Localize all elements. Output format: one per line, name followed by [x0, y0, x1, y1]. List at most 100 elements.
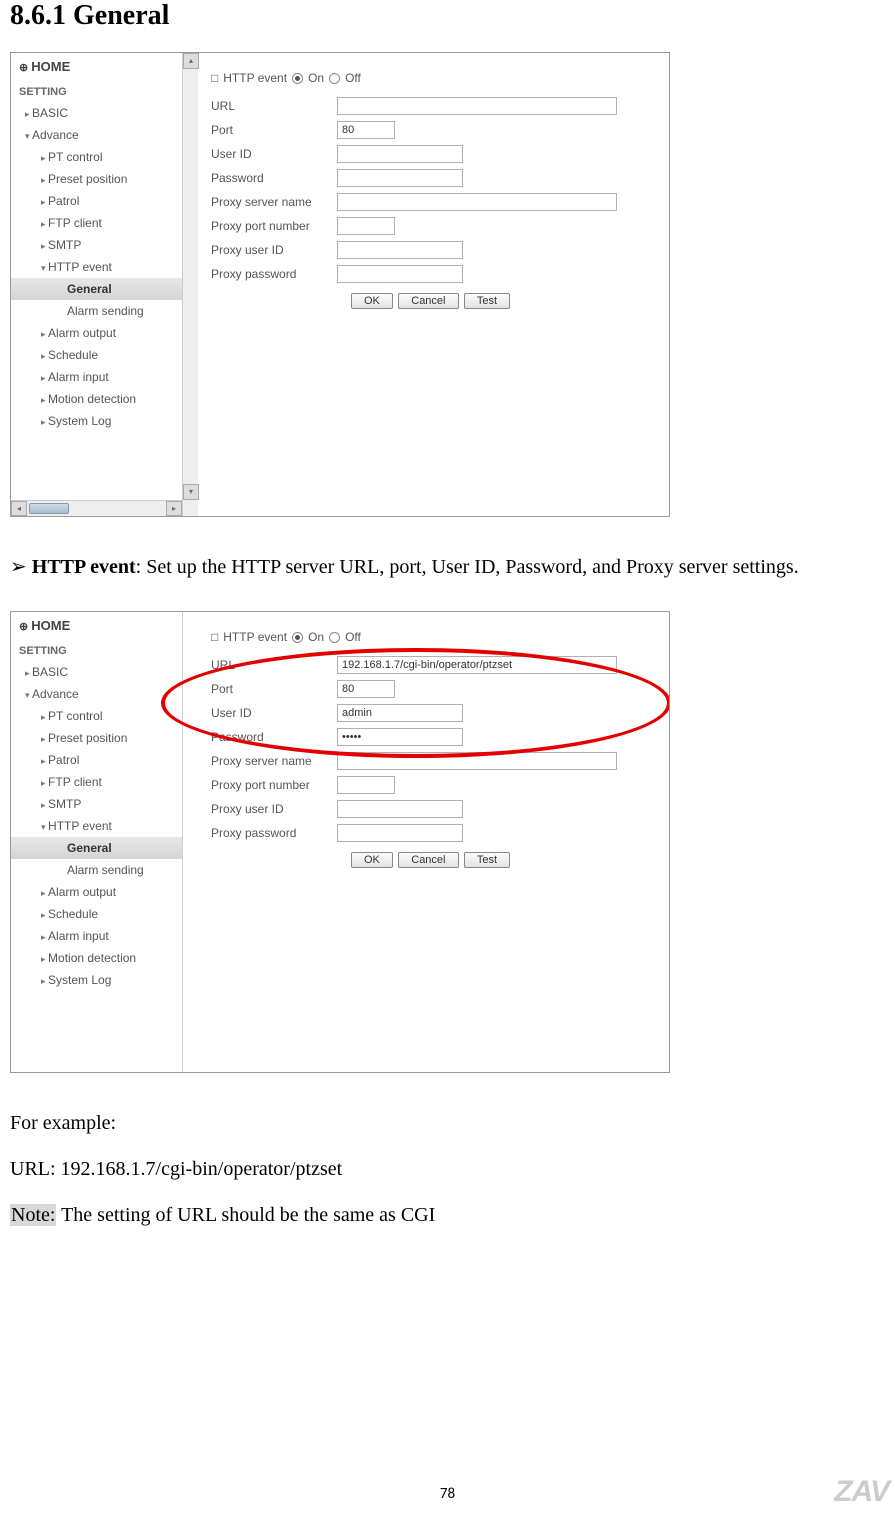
port-label-2: Port — [211, 682, 337, 696]
proxy-user-input-2[interactable] — [337, 800, 463, 818]
cancel-button[interactable]: Cancel — [398, 293, 458, 309]
nav-schedule-2[interactable]: Schedule — [11, 903, 182, 925]
note-line: Note: The setting of URL should be the s… — [10, 1195, 885, 1235]
nav-ftp-client-2[interactable]: FTP client — [11, 771, 182, 793]
scroll-down-icon[interactable]: ▾ — [183, 484, 199, 500]
note-highlight: Note: — [10, 1204, 56, 1226]
section-label-2: SETTING — [11, 639, 182, 661]
url-input-2[interactable] — [337, 656, 617, 674]
nav-general[interactable]: General — [11, 278, 182, 300]
radio-off-2[interactable] — [329, 632, 340, 643]
on-label: On — [308, 71, 324, 85]
password-input[interactable] — [337, 169, 463, 187]
sidebar-2: HOME SETTING BASIC Advance PT control Pr… — [11, 612, 183, 1072]
nav-patrol[interactable]: Patrol — [11, 190, 182, 212]
url-label-2: URL — [211, 658, 337, 672]
off-label: Off — [345, 71, 361, 85]
proxy-name-label-2: Proxy server name — [211, 754, 337, 768]
scroll-right-icon[interactable]: ▸ — [166, 501, 182, 516]
proxy-pw-input-2[interactable] — [337, 824, 463, 842]
nav-system-log-2[interactable]: System Log — [11, 969, 182, 991]
nav-pt-control[interactable]: PT control — [11, 146, 182, 168]
nav-advance[interactable]: Advance — [11, 124, 182, 146]
screenshot-1: HOME SETTING BASIC Advance PT control Pr… — [10, 52, 670, 517]
nav-smtp[interactable]: SMTP — [11, 234, 182, 256]
nav-smtp-2[interactable]: SMTP — [11, 793, 182, 815]
proxy-port-input[interactable] — [337, 217, 395, 235]
nav-alarm-input-2[interactable]: Alarm input — [11, 925, 182, 947]
sidebar-scroll-v[interactable]: ▴ ▾ — [182, 53, 198, 516]
button-row-2: OK Cancel Test — [211, 852, 659, 868]
on-label-2: On — [308, 630, 324, 644]
title-prefix: □ — [211, 71, 218, 85]
scroll-left-icon[interactable]: ◂ — [11, 501, 27, 516]
userid-input-2[interactable] — [337, 704, 463, 722]
button-row: OK Cancel Test — [211, 293, 659, 309]
proxy-name-label: Proxy server name — [211, 195, 337, 209]
nav-motion-detection-2[interactable]: Motion detection — [11, 947, 182, 969]
nav-motion-detection[interactable]: Motion detection — [11, 388, 182, 410]
description-paragraph: ➢ HTTP event: Set up the HTTP server URL… — [10, 547, 885, 587]
proxy-user-label: Proxy user ID — [211, 243, 337, 257]
section-heading: 8.6.1 General — [10, 0, 885, 32]
proxy-pw-input[interactable] — [337, 265, 463, 283]
proxy-user-input[interactable] — [337, 241, 463, 259]
scroll-up-icon[interactable]: ▴ — [183, 53, 199, 69]
port-input[interactable] — [337, 121, 395, 139]
nav-ftp-client[interactable]: FTP client — [11, 212, 182, 234]
test-button-2[interactable]: Test — [464, 852, 510, 868]
port-label: Port — [211, 123, 337, 137]
proxy-name-input-2[interactable] — [337, 752, 617, 770]
userid-label-2: User ID — [211, 706, 337, 720]
watermark-logo: ZAV — [834, 1475, 889, 1509]
nav-alarm-sending-2[interactable]: Alarm sending — [11, 859, 182, 881]
port-input-2[interactable] — [337, 680, 395, 698]
password-label: Password — [211, 171, 337, 185]
radio-off[interactable] — [329, 73, 340, 84]
nav-basic-2[interactable]: BASIC — [11, 661, 182, 683]
radio-on-2[interactable] — [292, 632, 303, 643]
cancel-button-2[interactable]: Cancel — [398, 852, 458, 868]
nav-alarm-sending[interactable]: Alarm sending — [11, 300, 182, 322]
nav-alarm-output[interactable]: Alarm output — [11, 322, 182, 344]
proxy-port-label-2: Proxy port number — [211, 778, 337, 792]
userid-input[interactable] — [337, 145, 463, 163]
form-title: HTTP event — [223, 71, 287, 85]
proxy-user-label-2: Proxy user ID — [211, 802, 337, 816]
nav-patrol-2[interactable]: Patrol — [11, 749, 182, 771]
nav-preset-position-2[interactable]: Preset position — [11, 727, 182, 749]
description-rest: : Set up the HTTP server URL, port, User… — [136, 556, 799, 578]
nav-http-event[interactable]: HTTP event — [11, 256, 182, 278]
home-link-2[interactable]: HOME — [11, 612, 182, 639]
password-input-2[interactable] — [337, 728, 463, 746]
ok-button[interactable]: OK — [351, 293, 393, 309]
proxy-name-input[interactable] — [337, 193, 617, 211]
off-label-2: Off — [345, 630, 361, 644]
url-example: URL: 192.168.1.7/cgi-bin/operator/ptzset — [10, 1149, 885, 1189]
sidebar-scroll-h[interactable]: ◂ ▸ — [11, 500, 182, 516]
nav-pt-control-2[interactable]: PT control — [11, 705, 182, 727]
nav-http-event-2[interactable]: HTTP event — [11, 815, 182, 837]
nav-general-2[interactable]: General — [11, 837, 182, 859]
nav-advance-2[interactable]: Advance — [11, 683, 182, 705]
content-panel-2: □ HTTP event On Off URL Port User ID Pas… — [201, 612, 669, 1072]
password-label-2: Password — [211, 730, 337, 744]
description-bold: HTTP event — [32, 556, 136, 578]
nav-alarm-output-2[interactable]: Alarm output — [11, 881, 182, 903]
form-title-2: HTTP event — [223, 630, 287, 644]
nav-basic[interactable]: BASIC — [11, 102, 182, 124]
proxy-port-input-2[interactable] — [337, 776, 395, 794]
bullet-icon: ➢ — [10, 556, 32, 578]
userid-label: User ID — [211, 147, 337, 161]
scroll-thumb[interactable] — [29, 503, 69, 514]
nav-schedule[interactable]: Schedule — [11, 344, 182, 366]
home-link[interactable]: HOME — [11, 53, 182, 80]
radio-on[interactable] — [292, 73, 303, 84]
url-input[interactable] — [337, 97, 617, 115]
for-example-label: For example: — [10, 1103, 885, 1143]
nav-preset-position[interactable]: Preset position — [11, 168, 182, 190]
nav-alarm-input[interactable]: Alarm input — [11, 366, 182, 388]
ok-button-2[interactable]: OK — [351, 852, 393, 868]
nav-system-log[interactable]: System Log — [11, 410, 182, 432]
test-button[interactable]: Test — [464, 293, 510, 309]
